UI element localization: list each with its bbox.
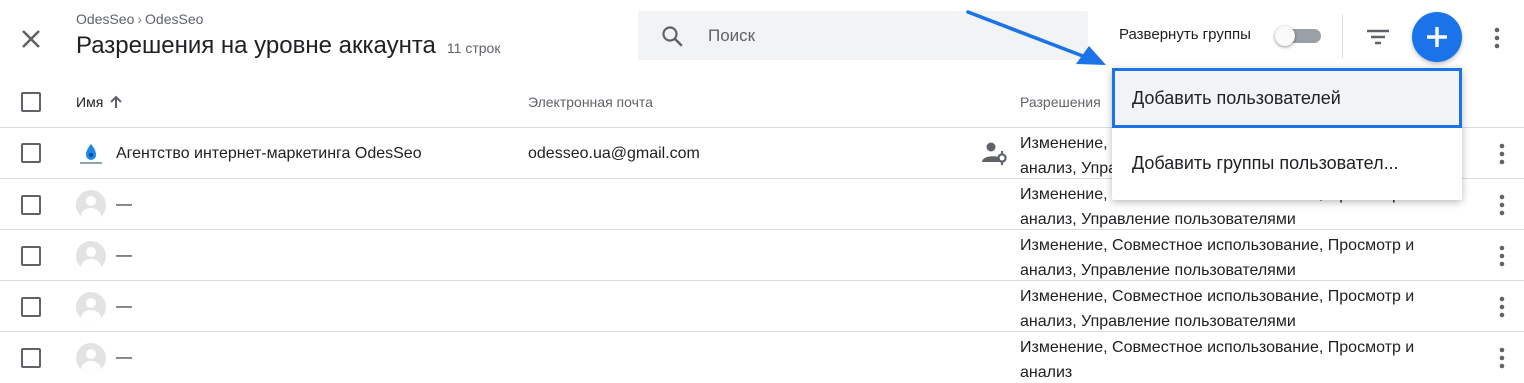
- user-permissions: Изменение, Совместное использование, Про…: [1020, 237, 1415, 279]
- row-more-button[interactable]: [1491, 345, 1513, 371]
- row-more-button[interactable]: [1491, 192, 1513, 218]
- plus-icon: [1427, 27, 1447, 47]
- select-all-checkbox[interactable]: [21, 92, 41, 112]
- default-avatar: [76, 190, 106, 220]
- row-more-button[interactable]: [1491, 243, 1513, 269]
- more-vert-icon: [1499, 296, 1505, 318]
- row-checkbox[interactable]: [21, 348, 41, 368]
- arrow-up-icon: [110, 95, 122, 108]
- more-vert-icon: [1499, 194, 1505, 216]
- menu-item-add-users[interactable]: Добавить пользователей: [1112, 68, 1462, 128]
- table-row[interactable]: — Изменение, Совместное использование, П…: [0, 281, 1524, 332]
- title-row: Разрешения на уровне аккаунта 11 строк: [76, 32, 500, 60]
- toolbar-divider: [1342, 14, 1343, 58]
- more-vert-icon: [1499, 245, 1505, 267]
- table-row[interactable]: — Изменение, Совместное использование, П…: [0, 332, 1524, 383]
- user-name: —: [116, 196, 132, 213]
- row-more-button[interactable]: [1491, 141, 1513, 167]
- close-button[interactable]: [14, 22, 48, 56]
- search-box[interactable]: [638, 11, 1088, 60]
- column-header-permissions[interactable]: Разрешения: [1020, 94, 1101, 110]
- breadcrumb: OdesSeo › OdesSeo: [76, 11, 203, 27]
- filter-button[interactable]: [1360, 22, 1396, 52]
- search-icon: [662, 25, 683, 46]
- breadcrumb-account[interactable]: OdesSeo: [76, 11, 134, 27]
- user-permissions: Изменение, Совместное использование, Про…: [1020, 339, 1415, 381]
- more-vert-icon: [1499, 347, 1505, 369]
- table-row[interactable]: — Изменение, Совместное использование, П…: [0, 230, 1524, 281]
- odesseo-logo: [80, 144, 102, 164]
- account-permissions-page: OdesSeo › OdesSeo Разрешения на уровне акк…: [0, 0, 1524, 383]
- expand-groups-toggle[interactable]: [1275, 26, 1321, 46]
- user-name: —: [116, 298, 132, 315]
- column-header-name[interactable]: Имя: [76, 94, 123, 110]
- page-title: Разрешения на уровне аккаунта: [76, 32, 436, 59]
- row-checkbox[interactable]: [21, 143, 41, 163]
- add-menu: Добавить пользователей Добавить группы п…: [1112, 68, 1462, 200]
- row-checkbox[interactable]: [21, 297, 41, 317]
- user-name: —: [116, 349, 132, 366]
- row-count: 11 строк: [446, 40, 501, 56]
- row-checkbox[interactable]: [21, 246, 41, 266]
- breadcrumb-separator: ›: [137, 11, 143, 27]
- row-checkbox[interactable]: [21, 195, 41, 215]
- more-vert-icon: [1499, 143, 1505, 165]
- user-email: odesseo.ua@gmail.com: [528, 145, 700, 162]
- user-name: Агентство интернет-маркетинга OdesSeo: [116, 145, 422, 162]
- more-options-button[interactable]: [1485, 24, 1509, 52]
- default-avatar: [76, 343, 106, 373]
- add-button[interactable]: [1412, 12, 1462, 62]
- column-name-label: Имя: [76, 94, 104, 110]
- expand-groups-label: Развернуть группы: [1119, 26, 1251, 43]
- more-vert-icon: [1494, 27, 1500, 49]
- default-avatar: [76, 241, 106, 271]
- toggle-thumb: [1275, 26, 1295, 46]
- filter-icon: [1367, 29, 1389, 45]
- menu-item-add-user-groups[interactable]: Добавить группы пользовател...: [1112, 130, 1462, 196]
- user-admin-icon: [982, 142, 1007, 165]
- user-name: —: [116, 247, 132, 264]
- user-permissions: Изменение, Совместное использование, Про…: [1020, 288, 1415, 330]
- close-icon: [22, 30, 40, 48]
- search-input[interactable]: [708, 25, 1068, 46]
- default-avatar: [76, 292, 106, 322]
- row-more-button[interactable]: [1491, 294, 1513, 320]
- breadcrumb-property[interactable]: OdesSeo: [145, 11, 203, 27]
- column-header-email[interactable]: Электронная почта: [528, 94, 653, 110]
